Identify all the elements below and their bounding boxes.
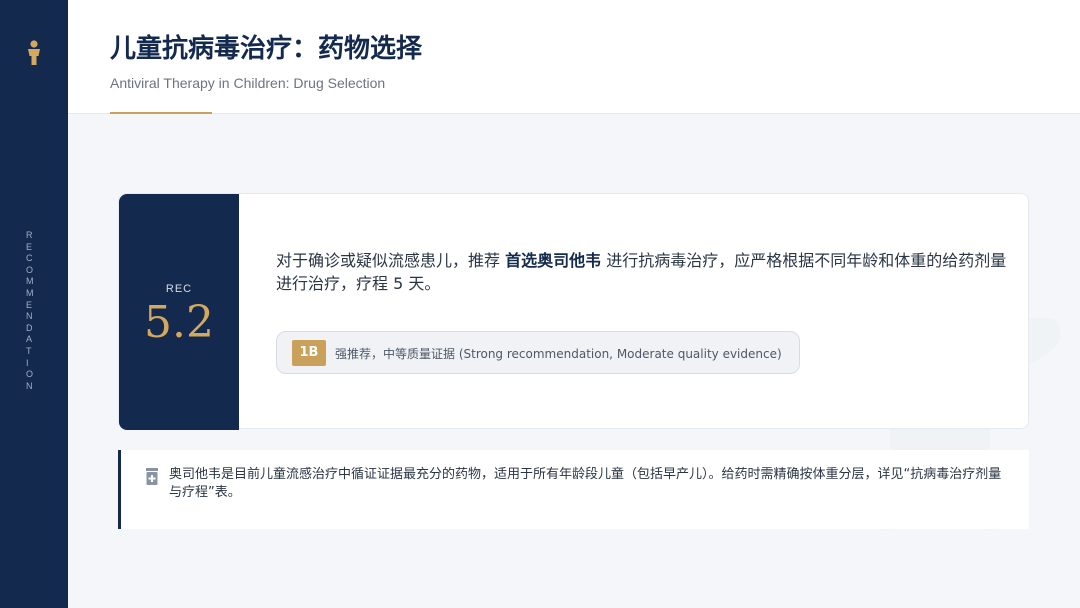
recommendation-badge: REC 5.2 <box>119 194 239 430</box>
vertical-recommendation-text: R E C O M M E N D A T I O N <box>26 230 34 391</box>
evidence-grade-pill: 1B 强推荐，中等质量证据 (Strong recommendation, Mo… <box>276 331 800 374</box>
rec-text-before: 对于确诊或疑似流感患儿，推荐 <box>276 251 506 270</box>
note-box: 奥司他韦是目前儿童流感治疗中循证证据最充分的药物，适用于所有年龄段儿童（包括早产… <box>118 450 1029 529</box>
page-title: 儿童抗病毒治疗：药物选择 <box>110 34 423 64</box>
note-text: 奥司他韦是目前儿童流感治疗中循证证据最充分的药物，适用于所有年龄段儿童（包括早产… <box>169 467 1002 500</box>
rec-drug-highlight: 首选奥司他韦 <box>505 251 602 270</box>
page-subtitle: Antiviral Therapy in Children: Drug Sele… <box>110 75 386 91</box>
recommendation-text: 对于确诊或疑似流感患儿，推荐 首选奥司他韦 进行抗病毒治疗，应严格根据不同年龄和… <box>276 249 1011 295</box>
rec-label: REC <box>165 283 193 295</box>
medicine-bottle-icon <box>146 468 158 485</box>
sidebar: R E C O M M E N D A T I O N <box>0 0 68 608</box>
evidence-grade-text: 强推荐，中等质量证据 (Strong recommendation, Moder… <box>335 347 782 361</box>
evidence-grade-badge: 1B <box>292 340 326 366</box>
recommendation-card: REC 5.2 对于确诊或疑似流感患儿，推荐 首选奥司他韦 进行抗病毒治疗，应严… <box>118 193 1029 430</box>
title-accent-line <box>110 112 212 114</box>
person-icon <box>28 40 40 65</box>
rec-number: 5.2 <box>144 297 214 348</box>
header: 儿童抗病毒治疗：药物选择 Antiviral Therapy in Childr… <box>68 0 1080 114</box>
